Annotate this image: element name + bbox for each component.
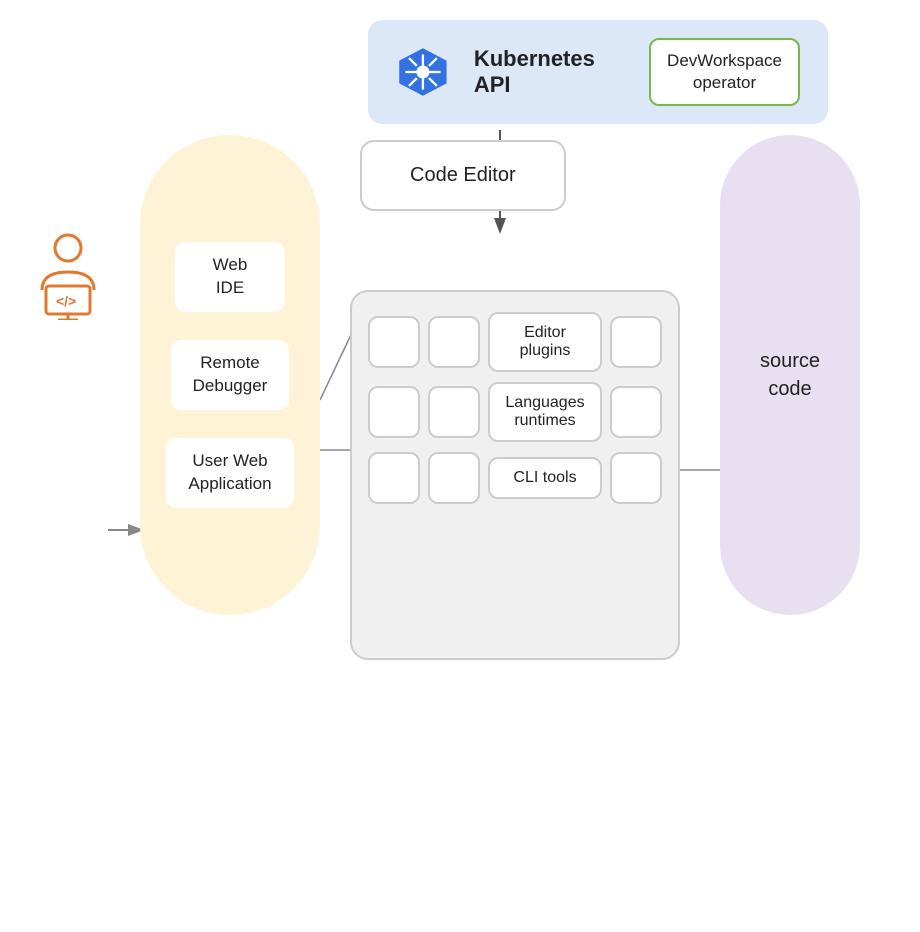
web-ide-item: WebIDE — [175, 242, 285, 312]
editor-plugin-box-1 — [368, 316, 420, 368]
cli-box-3 — [610, 452, 662, 504]
editor-plugins-row: Editor plugins — [368, 312, 662, 372]
editor-plugin-box-3 — [610, 316, 662, 368]
remote-debugger-item: RemoteDebugger — [171, 340, 290, 410]
user-icon: </> — [28, 230, 108, 320]
cli-tools-row: CLI tools — [368, 452, 662, 504]
lang-box-3 — [610, 386, 662, 438]
user-web-application-item: User WebApplication — [166, 438, 293, 508]
editor-plugin-box-2 — [428, 316, 480, 368]
source-code-label: sourcecode — [760, 347, 820, 403]
lang-box-1 — [368, 386, 420, 438]
code-editor-label: Code Editor — [410, 164, 516, 186]
editor-plugins-label: Editor plugins — [488, 312, 602, 372]
yellow-pill-container: WebIDE RemoteDebugger User WebApplicatio… — [140, 135, 320, 615]
languages-runtimes-label: Languages runtimes — [488, 382, 602, 442]
lang-box-2 — [428, 386, 480, 438]
user-icon-wrap: </> — [28, 230, 108, 325]
kubernetes-box: Kubernetes API DevWorkspaceoperator — [368, 20, 828, 124]
devworkspace-label: DevWorkspaceoperator — [667, 51, 782, 92]
cli-box-1 — [368, 452, 420, 504]
kubernetes-label: Kubernetes API — [474, 46, 625, 98]
devworkspace-box: DevWorkspaceoperator — [649, 38, 800, 106]
source-code-pill: sourcecode — [720, 135, 860, 615]
code-editor-box: Code Editor — [360, 140, 566, 211]
languages-row: Languages runtimes — [368, 382, 662, 442]
cli-tools-label: CLI tools — [488, 457, 602, 499]
plugins-container: Editor plugins Languages runtimes CLI to… — [350, 290, 680, 660]
cli-box-2 — [428, 452, 480, 504]
kubernetes-icon — [396, 43, 450, 101]
svg-text:</>: </> — [56, 293, 76, 309]
